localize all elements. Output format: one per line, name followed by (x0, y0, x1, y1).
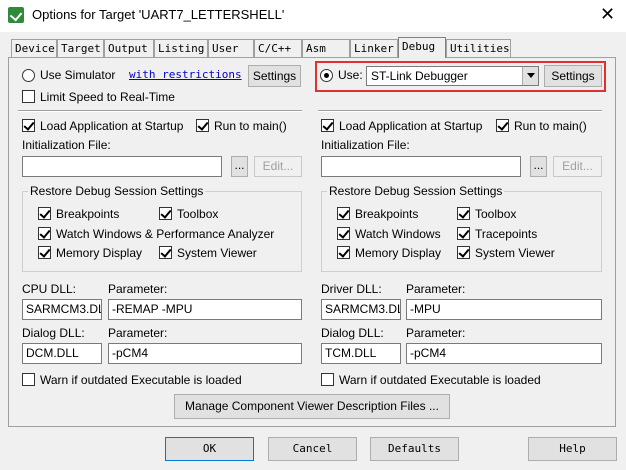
driver-param-input[interactable]: -MPU (406, 299, 602, 320)
left-warn-outdated-label: Warn if outdated Executable is loaded (40, 373, 242, 387)
left-watch-windows-checkbox[interactable] (38, 227, 51, 240)
right-watch-windows-checkbox[interactable] (337, 227, 350, 240)
use-debugger-label: Use: (338, 68, 363, 82)
limit-speed-checkbox[interactable] (22, 90, 35, 103)
debugger-select[interactable]: ST-Link Debugger (366, 66, 539, 86)
left-dialog-param-input[interactable]: -pCM4 (108, 343, 302, 364)
right-dialog-param-input[interactable]: -pCM4 (406, 343, 602, 364)
manage-component-viewer-button[interactable]: Manage Component Viewer Description File… (174, 394, 450, 419)
left-toolbox-label: Toolbox (177, 207, 219, 221)
left-breakpoints-checkbox[interactable] (38, 207, 51, 220)
tab-output[interactable]: Output (104, 39, 154, 57)
left-init-file-label: Initialization File: (22, 138, 111, 152)
left-load-app-checkbox[interactable] (22, 119, 35, 132)
right-dialog-dll-label: Dialog DLL: (321, 326, 384, 340)
cpu-dll-input[interactable]: SARMCM3.DLL (22, 299, 102, 320)
right-memory-display-label: Memory Display (355, 246, 442, 260)
left-dialog-dll-label: Dialog DLL: (22, 326, 85, 340)
right-restore-title: Restore Debug Session Settings (327, 184, 505, 198)
tab-utilities[interactable]: Utilities (446, 39, 511, 57)
use-simulator-label: Use Simulator (40, 68, 116, 82)
right-warn-outdated-label: Warn if outdated Executable is loaded (339, 373, 541, 387)
driver-dll-label: Driver DLL: (321, 282, 382, 296)
right-init-browse-button[interactable]: ... (530, 156, 547, 177)
right-breakpoints-checkbox[interactable] (337, 207, 350, 220)
left-system-viewer-label: System Viewer (177, 246, 257, 260)
right-system-viewer-checkbox[interactable] (457, 246, 470, 259)
left-run-to-main-label: Run to main() (214, 119, 287, 133)
left-dialog-param-label: Parameter: (108, 326, 168, 340)
tab-user[interactable]: User (208, 39, 254, 57)
cancel-button[interactable]: Cancel (268, 437, 357, 461)
left-breakpoints-label: Breakpoints (56, 207, 120, 221)
right-run-to-main-label: Run to main() (514, 119, 587, 133)
left-restore-title: Restore Debug Session Settings (28, 184, 206, 198)
left-system-viewer-checkbox[interactable] (159, 246, 172, 259)
limit-speed-label: Limit Speed to Real-Time (40, 90, 175, 104)
ok-button[interactable]: OK (165, 437, 254, 461)
use-debugger-radio[interactable] (320, 69, 333, 82)
keil-app-icon (8, 7, 24, 23)
cpu-dll-label: CPU DLL: (22, 282, 77, 296)
left-watch-windows-label: Watch Windows & Performance Analyzer (56, 227, 275, 241)
right-load-app-checkbox[interactable] (321, 119, 334, 132)
tab-c-cpp[interactable]: C/C++ (254, 39, 302, 57)
right-watch-windows-label: Watch Windows (355, 227, 441, 241)
right-toolbox-checkbox[interactable] (457, 207, 470, 220)
driver-dll-input[interactable]: SARMCM3.DLL (321, 299, 401, 320)
left-init-file-input[interactable] (22, 156, 222, 177)
right-dialog-param-label: Parameter: (406, 326, 466, 340)
tab-target[interactable]: Target (57, 39, 104, 57)
tab-linker[interactable]: Linker (350, 39, 398, 57)
debugger-select-value: ST-Link Debugger (371, 69, 468, 83)
left-run-to-main-checkbox[interactable] (196, 119, 209, 132)
with-restrictions-link[interactable]: with restrictions (129, 68, 242, 81)
right-memory-display-checkbox[interactable] (337, 246, 350, 259)
tab-device[interactable]: Device (11, 39, 57, 57)
right-init-file-label: Initialization File: (321, 138, 410, 152)
left-dialog-dll-input[interactable]: DCM.DLL (22, 343, 102, 364)
right-init-edit-button: Edit... (553, 156, 602, 177)
right-separator (318, 110, 602, 112)
help-button[interactable]: Help (528, 437, 617, 461)
right-tracepoints-checkbox[interactable] (457, 227, 470, 240)
right-breakpoints-label: Breakpoints (355, 207, 419, 221)
left-memory-display-checkbox[interactable] (38, 246, 51, 259)
left-init-edit-button: Edit... (254, 156, 302, 177)
right-load-app-label: Load Application at Startup (339, 119, 483, 133)
left-load-app-label: Load Application at Startup (40, 119, 184, 133)
right-init-file-input[interactable] (321, 156, 521, 177)
left-warn-outdated-checkbox[interactable] (22, 373, 35, 386)
defaults-button[interactable]: Defaults (370, 437, 459, 461)
debugger-settings-button[interactable]: Settings (544, 65, 602, 87)
simulator-settings-button[interactable]: Settings (248, 65, 301, 87)
chevron-down-icon[interactable] (522, 67, 538, 85)
left-separator (18, 110, 302, 112)
right-tracepoints-label: Tracepoints (475, 227, 538, 241)
driver-param-label: Parameter: (406, 282, 466, 296)
tab-debug[interactable]: Debug (398, 37, 446, 58)
cpu-param-input[interactable]: -REMAP -MPU (108, 299, 302, 320)
right-system-viewer-label: System Viewer (475, 246, 555, 260)
right-dialog-dll-input[interactable]: TCM.DLL (321, 343, 401, 364)
use-simulator-radio[interactable] (22, 69, 35, 82)
right-warn-outdated-checkbox[interactable] (321, 373, 334, 386)
left-init-browse-button[interactable]: ... (231, 156, 248, 177)
tab-listing[interactable]: Listing (154, 39, 208, 57)
right-toolbox-label: Toolbox (475, 207, 517, 221)
left-memory-display-label: Memory Display (56, 246, 143, 260)
window-title: Options for Target 'UART7_LETTERSHELL' (32, 7, 285, 22)
left-toolbox-checkbox[interactable] (159, 207, 172, 220)
tab-asm[interactable]: Asm (302, 39, 350, 57)
cpu-param-label: Parameter: (108, 282, 168, 296)
close-icon[interactable]: ✕ (600, 4, 615, 25)
right-run-to-main-checkbox[interactable] (496, 119, 509, 132)
